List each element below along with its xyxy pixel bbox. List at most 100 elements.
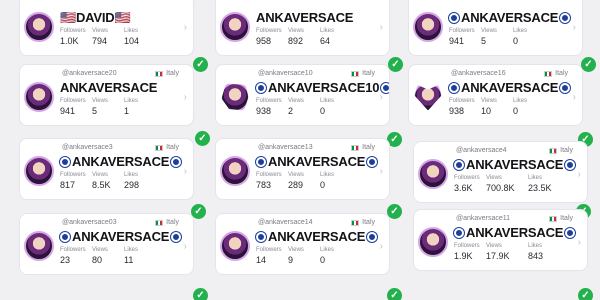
views-count: 17.9K bbox=[486, 251, 510, 261]
views-label: Views bbox=[92, 172, 108, 178]
profile-card[interactable]: @ankaversace4 Italy ANKAVERSACE Follower… bbox=[413, 141, 588, 203]
views-count: 892 bbox=[288, 36, 304, 46]
verified-badge-icon bbox=[449, 12, 459, 23]
verified-badge-icon bbox=[560, 82, 571, 93]
chevron-right-icon[interactable]: › bbox=[573, 22, 576, 33]
profile-name: 🇺🇸DAVID🇺🇸 bbox=[60, 10, 131, 25]
profile-card[interactable]: @ankaversace14 Italy ANKAVERSACE Followe… bbox=[215, 213, 390, 275]
profile-name: ANKAVERSACE bbox=[454, 157, 576, 172]
likes-label: Likes bbox=[124, 98, 139, 104]
followers-label: Followers bbox=[256, 172, 282, 178]
followers-label: Followers bbox=[60, 98, 86, 104]
views-count: 5 bbox=[92, 106, 98, 116]
profile-stats: Followers 941 Views 5 Likes 1 bbox=[60, 98, 156, 116]
profile-name: ANKAVERSACE10 bbox=[256, 80, 389, 95]
views-count: 794 bbox=[92, 36, 108, 46]
verified-check-icon[interactable]: ✓ bbox=[387, 288, 402, 300]
profile-card[interactable]: @ankaversace3 Italy ANKAVERSACE Follower… bbox=[19, 138, 194, 200]
verified-badge-icon bbox=[256, 156, 266, 167]
avatar bbox=[221, 83, 249, 111]
verified-badge-icon bbox=[367, 156, 378, 167]
profile-card[interactable]: @ankaversace11 Italy ANKAVERSACE Followe… bbox=[413, 209, 588, 271]
verified-badge-icon bbox=[381, 82, 389, 93]
likes-label: Likes bbox=[320, 98, 335, 104]
chevron-right-icon[interactable]: › bbox=[380, 22, 383, 33]
profile-stats: Followers 941 Views 5 Likes 0 bbox=[449, 28, 545, 46]
chevron-right-icon[interactable]: › bbox=[184, 22, 187, 33]
chevron-right-icon[interactable]: › bbox=[380, 166, 383, 177]
verified-check-icon[interactable]: ✓ bbox=[581, 57, 596, 72]
likes-count: 298 bbox=[124, 180, 140, 190]
country-label: Italy bbox=[155, 219, 179, 226]
followers-label: Followers bbox=[449, 98, 475, 104]
profile-name: ANKAVERSACE bbox=[454, 225, 576, 240]
profile-handle: @ankaversace4 bbox=[456, 147, 507, 154]
chevron-right-icon[interactable]: › bbox=[184, 92, 187, 103]
profile-name: ANKAVERSACE bbox=[60, 154, 182, 169]
verified-badge-icon bbox=[367, 231, 378, 242]
verified-check-icon[interactable]: ✓ bbox=[388, 57, 403, 72]
views-count: 700.8K bbox=[486, 183, 515, 193]
followers-label: Followers bbox=[449, 28, 475, 34]
followers-count: 1.0K bbox=[60, 36, 79, 46]
verified-check-icon[interactable]: ✓ bbox=[578, 288, 593, 300]
chevron-right-icon[interactable]: › bbox=[573, 92, 576, 103]
chevron-right-icon[interactable]: › bbox=[184, 166, 187, 177]
profile-stats: Followers 783 Views 289 Likes 0 bbox=[256, 172, 352, 190]
followers-label: Followers bbox=[454, 243, 480, 249]
followers-count: 817 bbox=[60, 180, 76, 190]
profile-stats: Followers 817 Views 8.5K Likes 298 bbox=[60, 172, 156, 190]
likes-label: Likes bbox=[320, 247, 335, 253]
followers-count: 958 bbox=[256, 36, 272, 46]
likes-count: 0 bbox=[320, 255, 326, 265]
followers-label: Followers bbox=[60, 247, 86, 253]
verified-badge-icon bbox=[60, 156, 70, 167]
profile-card[interactable]: ANKAVERSACE Followers 941 Views 5 Likes 0 › bbox=[408, 0, 583, 56]
profile-card[interactable]: @ankaversace03 Italy ANKAVERSACE Followe… bbox=[19, 213, 194, 275]
profile-card[interactable]: 🇺🇸DAVID🇺🇸 Followers 1.0K Views 794 Likes 10… bbox=[19, 0, 194, 56]
verified-check-icon[interactable]: ✓ bbox=[193, 57, 208, 72]
profile-name: ANKAVERSACE bbox=[449, 80, 571, 95]
likes-label: Likes bbox=[513, 98, 528, 104]
verified-check-icon[interactable]: ✓ bbox=[193, 288, 208, 300]
followers-label: Followers bbox=[256, 247, 282, 253]
profile-card[interactable]: @ankaversace16 Italy ANKAVERSACE Followe… bbox=[408, 64, 583, 126]
verified-check-icon[interactable]: ✓ bbox=[195, 131, 210, 146]
likes-count: 64 bbox=[320, 36, 331, 46]
views-label: Views bbox=[92, 98, 108, 104]
likes-label: Likes bbox=[124, 247, 139, 253]
verified-badge-icon bbox=[171, 156, 182, 167]
profile-card[interactable]: @ankaversace13 Italy ANKAVERSACE Followe… bbox=[215, 138, 390, 200]
chevron-right-icon[interactable]: › bbox=[380, 92, 383, 103]
verified-badge-icon bbox=[256, 231, 266, 242]
followers-count: 23 bbox=[60, 255, 71, 265]
profile-handle: @ankaversace14 bbox=[258, 219, 313, 226]
likes-count: 11 bbox=[124, 255, 134, 265]
chevron-right-icon[interactable]: › bbox=[184, 241, 187, 252]
italy-flag-icon bbox=[155, 70, 164, 77]
likes-count: 0 bbox=[320, 180, 326, 190]
chevron-right-icon[interactable]: › bbox=[380, 241, 383, 252]
likes-label: Likes bbox=[320, 28, 335, 34]
profile-card[interactable]: ANKAVERSACE Followers 958 Views 892 Likes 6… bbox=[215, 0, 390, 56]
italy-flag-icon bbox=[544, 70, 553, 77]
chevron-right-icon[interactable]: › bbox=[578, 237, 581, 248]
chevron-right-icon[interactable]: › bbox=[578, 169, 581, 180]
profile-handle: @ankaversace13 bbox=[258, 144, 313, 151]
likes-count: 1 bbox=[124, 106, 130, 116]
likes-label: Likes bbox=[124, 28, 139, 34]
country-label: Italy bbox=[155, 70, 179, 77]
avatar bbox=[24, 156, 54, 186]
profile-card[interactable]: @ankaversace20 Italy ANKAVERSACE Followe… bbox=[19, 64, 194, 126]
profile-card[interactable]: @ankaversace10 Italy ANKAVERSACE10 Follo… bbox=[215, 64, 390, 126]
country-label: Italy bbox=[155, 144, 179, 151]
avatar bbox=[418, 227, 448, 257]
views-label: Views bbox=[288, 247, 304, 253]
country-label: Italy bbox=[544, 70, 568, 77]
followers-count: 14 bbox=[256, 255, 267, 265]
likes-count: 0 bbox=[513, 36, 519, 46]
profile-stats: Followers 1.9K Views 17.9K Likes 843 bbox=[454, 243, 560, 261]
views-count: 80 bbox=[92, 255, 103, 265]
country-label: Italy bbox=[351, 144, 375, 151]
likes-count: 843 bbox=[528, 251, 544, 261]
